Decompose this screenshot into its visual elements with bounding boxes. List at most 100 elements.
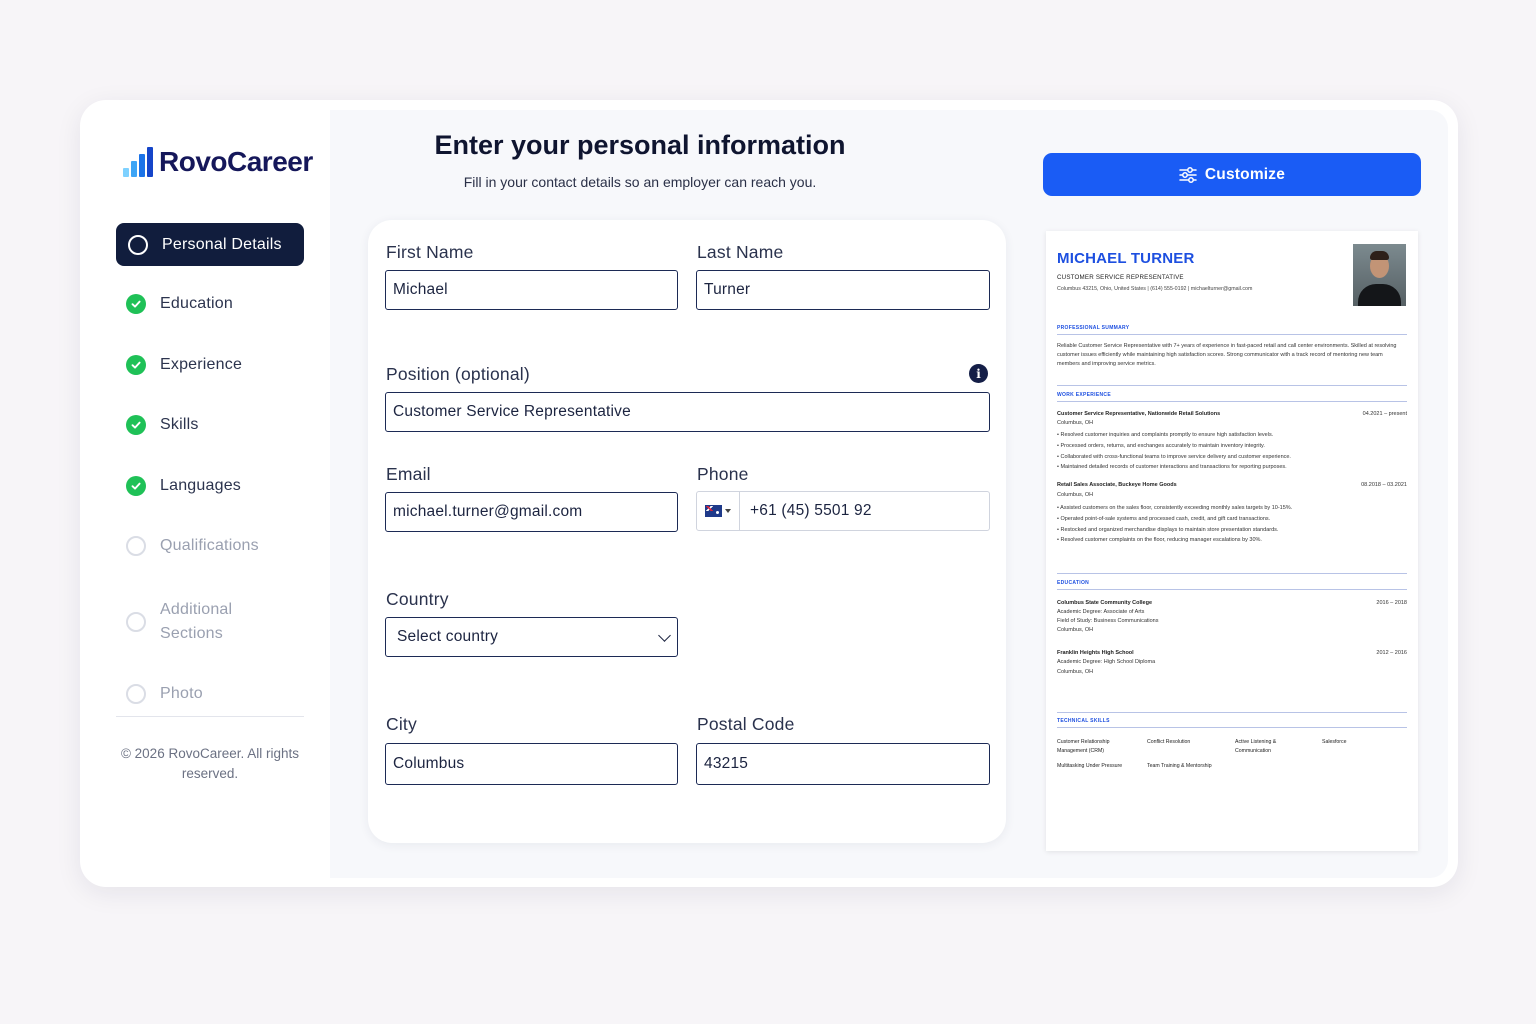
resume-job-location: Columbus, OH (1057, 492, 1094, 498)
country-code-dropdown[interactable] (697, 492, 740, 530)
resume-skill: Team Training & Mentorship (1147, 763, 1212, 769)
last-name-input[interactable]: Turner (696, 270, 990, 310)
step-label: Languages (160, 477, 241, 494)
customize-label: Customize (1204, 165, 1286, 183)
resume-skill: Conflict Resolution (1147, 739, 1191, 745)
resume-job-bullets: Resolved customer inquiries and complain… (1057, 430, 1407, 473)
resume-bullet: Maintained detailed records of customer … (1057, 462, 1407, 473)
resume-degree: Academic Degree: Associate of Arts (1057, 609, 1145, 615)
resume-divider (1057, 573, 1407, 574)
first-name-input[interactable]: Michael (385, 270, 678, 310)
resume-divider (1057, 589, 1407, 590)
step-label: Skills (160, 416, 199, 433)
empty-circle-icon (126, 612, 146, 632)
logo-bars-icon (123, 147, 153, 177)
resume-divider (1057, 385, 1407, 386)
step-label: Personal Details (162, 235, 282, 253)
resume-divider (1057, 727, 1407, 728)
resume-school: Columbus State Community College (1057, 600, 1153, 606)
city-label: City (386, 714, 417, 734)
resume-bullet: Resolved customer complaints on the floo… (1057, 535, 1407, 546)
resume-school: Franklin Heights High School (1057, 650, 1134, 656)
customize-button[interactable]: Customize (1043, 153, 1421, 196)
resume-bullet: Resolved customer inquiries and complain… (1057, 430, 1407, 441)
email-label: Email (386, 464, 431, 484)
step-photo[interactable]: Photo (116, 684, 304, 704)
resume-job-dates: 08.2018 – 03.2021 (1361, 482, 1407, 488)
resume-bullet: Assisted customers on the sales floor, c… (1057, 503, 1407, 514)
sidebar: RovoCareer Personal Details Education Ex… (90, 110, 330, 878)
country-select-value: Select country (397, 628, 499, 645)
circle-icon (128, 234, 148, 255)
phone-field[interactable]: +61 (45) 5501 92 (696, 491, 990, 531)
resume-education-heading: EDUCATION (1057, 580, 1090, 586)
resume-photo (1353, 244, 1406, 306)
check-circle-icon (126, 294, 146, 314)
step-label: Experience (160, 356, 243, 373)
resume-bullet: Processed orders, returns, and exchanges… (1057, 441, 1407, 452)
resume-job-title: Retail Sales Associate, Buckeye Home Goo… (1057, 482, 1177, 488)
step-additional-sections[interactable]: Additional Sections (116, 598, 304, 646)
postal-code-input[interactable]: 43215 (696, 743, 990, 785)
resume-job-bullets: Assisted customers on the sales floor, c… (1057, 503, 1407, 546)
logo-text: RovoCareer (159, 146, 313, 177)
australia-flag-icon (705, 505, 722, 517)
step-experience[interactable]: Experience (116, 355, 304, 375)
resume-skill: Customer Relationship Management (CRM) (1057, 739, 1110, 754)
chevron-down-icon (658, 629, 671, 642)
position-input[interactable]: Customer Service Representative (385, 392, 990, 432)
sliders-icon (1179, 166, 1197, 183)
app-window: RovoCareer Personal Details Education Ex… (80, 100, 1458, 887)
resume-school-dates: 2016 – 2018 (1376, 600, 1407, 606)
empty-circle-icon (126, 684, 146, 704)
caret-down-icon (725, 509, 731, 513)
check-circle-icon (126, 476, 146, 496)
resume-school-location: Columbus, OH (1057, 669, 1094, 675)
check-circle-icon (126, 415, 146, 435)
resume-summary: Reliable Customer Service Representative… (1057, 343, 1397, 367)
resume-field: Field of Study: Business Communications (1057, 618, 1159, 624)
resume-skill: Active Listening & Communication (1235, 739, 1277, 754)
city-input[interactable]: Columbus (385, 743, 678, 785)
resume-school-location: Columbus, OH (1057, 627, 1094, 633)
info-icon[interactable]: i (969, 364, 988, 383)
copyright-text: © 2026 RovoCareer. All rights reserved. (120, 746, 300, 781)
first-name-label: First Name (386, 242, 474, 262)
resume-divider (1057, 334, 1407, 335)
resume-summary-heading: PROFESSIONAL SUMMARY (1057, 325, 1130, 331)
email-input[interactable]: michael.turner@gmail.com (385, 492, 678, 532)
logo[interactable]: RovoCareer (123, 145, 313, 179)
step-label: Photo (160, 685, 203, 702)
resume-school-dates: 2012 – 2016 (1376, 650, 1407, 656)
step-skills[interactable]: Skills (116, 415, 304, 435)
resume-bullet: Restocked and organized merchandise disp… (1057, 525, 1407, 536)
phone-input[interactable]: +61 (45) 5501 92 (750, 502, 872, 520)
step-label: Education (160, 295, 233, 312)
page-title: Enter your personal information (434, 130, 846, 160)
empty-circle-icon (126, 536, 146, 556)
resume-role: CUSTOMER SERVICE REPRESENTATIVE (1057, 274, 1184, 281)
resume-divider (1057, 712, 1407, 713)
country-select[interactable]: Select country (385, 617, 678, 657)
last-name-label: Last Name (697, 242, 784, 262)
resume-work-heading: WORK EXPERIENCE (1057, 392, 1111, 398)
resume-skill: Multitasking Under Pressure (1057, 763, 1123, 769)
step-languages[interactable]: Languages (116, 476, 304, 496)
step-education[interactable]: Education (116, 294, 304, 314)
resume-bullet: Operated point-of-sale systems and proce… (1057, 514, 1407, 525)
personal-info-form: First Name Michael Last Name Turner Posi… (368, 220, 1006, 843)
sidebar-divider (116, 716, 304, 717)
postal-code-label: Postal Code (697, 714, 795, 734)
step-personal-details[interactable]: Personal Details (116, 223, 304, 266)
resume-divider (1057, 401, 1407, 402)
resume-contact: Columbus 43215, Ohio, United States | (6… (1057, 286, 1253, 292)
resume-name: MICHAEL TURNER (1057, 250, 1195, 267)
page-subtitle: Fill in your contact details so an emplo… (463, 174, 817, 190)
resume-preview[interactable]: MICHAEL TURNER CUSTOMER SERVICE REPRESEN… (1046, 231, 1418, 851)
step-label: Additional Sections (160, 601, 233, 642)
resume-job-title: Customer Service Representative, Nationw… (1057, 411, 1221, 417)
step-qualifications[interactable]: Qualifications (116, 536, 304, 556)
phone-label: Phone (697, 464, 749, 484)
resume-job-location: Columbus, OH (1057, 420, 1094, 426)
step-label: Qualifications (160, 537, 259, 554)
